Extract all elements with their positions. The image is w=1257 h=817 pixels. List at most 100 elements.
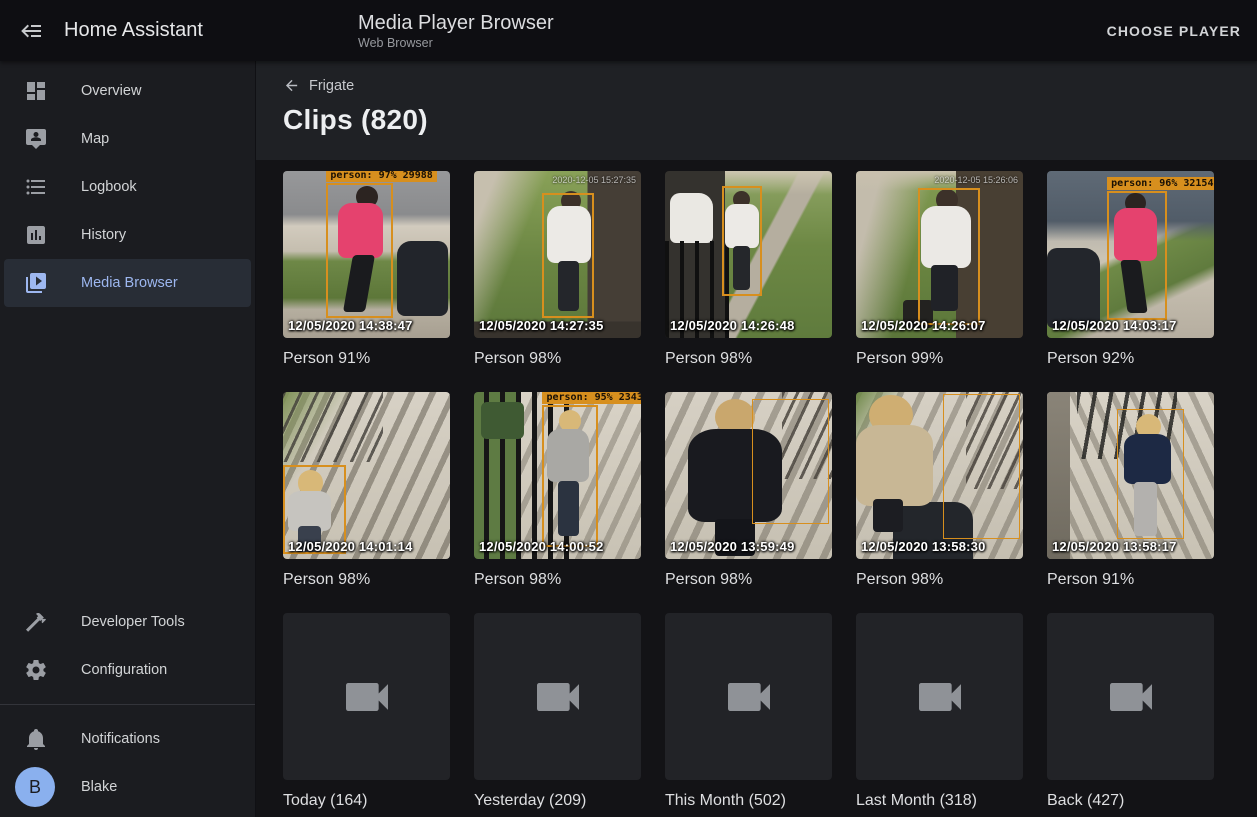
clip-caption: Person 98% (856, 570, 1023, 589)
sidebar-item-user[interactable]: B Blake (4, 763, 251, 811)
timestamp-overlay: 12/05/2020 14:03:17 (1052, 318, 1177, 333)
folder-item-this-month[interactable]: This Month (502) (665, 613, 832, 810)
scene-object-shape (283, 392, 383, 462)
clip-thumbnail: 12/05/2020 14:26:48 (665, 171, 832, 338)
scene-object-shape (1047, 392, 1070, 559)
breadcrumb-label: Frigate (309, 78, 354, 94)
sidebar-item-notifications[interactable]: Notifications (4, 715, 251, 763)
sidebar: Overview Map Logbook History Media Brows… (0, 61, 256, 817)
sidebar-item-label: Map (81, 131, 109, 147)
camera-osd-timestamp: 2020-12-05 15:26:06 (934, 175, 1018, 185)
detection-bounding-box (943, 394, 1020, 539)
clip-thumbnail: person: 97% 29988 12/05/2020 14:38:47 (283, 171, 450, 338)
choose-player-button[interactable]: CHOOSE PLAYER (1095, 13, 1253, 49)
timestamp-overlay: 12/05/2020 14:38:47 (288, 318, 413, 333)
clip-caption: Person 98% (665, 570, 832, 589)
folder-caption: Last Month (318) (856, 791, 1023, 810)
folder-item-today[interactable]: Today (164) (283, 613, 450, 810)
scene-object-shape (670, 193, 713, 243)
play-box-multiple-icon (24, 271, 48, 295)
hammer-icon (24, 610, 48, 634)
clip-item[interactable]: 12/05/2020 14:26:48 Person 98% (665, 171, 832, 368)
sidebar-item-label: Developer Tools (81, 614, 185, 630)
backburger-menu-icon (20, 19, 44, 43)
clip-thumbnail: 12/05/2020 14:01:14 (283, 392, 450, 559)
scene-object-shape (481, 402, 524, 439)
clip-caption: Person 92% (1047, 349, 1214, 368)
timestamp-overlay: 12/05/2020 14:00:52 (479, 539, 604, 554)
sidebar-toggle-button[interactable] (8, 7, 56, 55)
folder-caption: Today (164) (283, 791, 450, 810)
clip-thumbnail: 12/05/2020 13:59:49 (665, 392, 832, 559)
clip-thumbnail: 12/05/2020 13:58:17 (1047, 392, 1214, 559)
detection-bounding-box (1117, 409, 1184, 539)
app-title: Home Assistant (64, 19, 203, 42)
detection-bounding-box: person: 97% 29988 (326, 183, 393, 318)
clip-caption: Person 98% (665, 349, 832, 368)
clip-item[interactable]: 12/05/2020 14:01:14 Person 98% (283, 392, 450, 589)
clip-item[interactable]: 12/05/2020 13:59:49 Person 98% (665, 392, 832, 589)
clip-item[interactable]: person: 97% 29988 12/05/2020 14:38:47 Pe… (283, 171, 450, 368)
folder-thumbnail (474, 613, 641, 780)
folder-caption: This Month (502) (665, 791, 832, 810)
clip-thumbnail: person: 95% 23432 12/05/2020 14:00:52 (474, 392, 641, 559)
sidebar-item-configuration[interactable]: Configuration (4, 646, 251, 694)
folder-item-yesterday[interactable]: Yesterday (209) (474, 613, 641, 810)
detection-label: person: 95% 23432 (542, 392, 641, 404)
clip-caption: Person 99% (856, 349, 1023, 368)
sidebar-item-label: History (81, 227, 126, 243)
page-title-block: Media Player Browser Web Browser (358, 11, 554, 51)
timestamp-overlay: 12/05/2020 14:01:14 (288, 539, 413, 554)
folder-caption: Back (427) (1047, 791, 1214, 810)
breadcrumb-back[interactable]: Frigate (283, 77, 354, 94)
clip-thumbnail: 2020-12-05 15:27:35 12/05/2020 14:27:35 (474, 171, 641, 338)
sidebar-item-logbook[interactable]: Logbook (4, 163, 251, 211)
tooltip-account-icon (24, 127, 48, 151)
clip-item[interactable]: 2020-12-05 15:27:35 12/05/2020 14:27:35 … (474, 171, 641, 368)
folder-thumbnail (856, 613, 1023, 780)
sidebar-item-label: Logbook (81, 179, 137, 195)
clip-item[interactable]: 12/05/2020 13:58:17 Person 91% (1047, 392, 1214, 589)
folder-thumbnail (283, 613, 450, 780)
clip-item[interactable]: person: 96% 32154 12/05/2020 14:03:17 Pe… (1047, 171, 1214, 368)
clip-caption: Person 98% (474, 349, 641, 368)
video-camera-icon (912, 669, 968, 725)
chart-box-icon (24, 223, 48, 247)
clip-item[interactable]: person: 95% 23432 12/05/2020 14:00:52 Pe… (474, 392, 641, 589)
person-torso-shape (856, 425, 933, 505)
detection-bounding-box (722, 186, 762, 296)
folder-thumbnail (1047, 613, 1214, 780)
detection-label: person: 96% 32154 (1107, 177, 1214, 190)
page-title: Media Player Browser (358, 11, 554, 35)
sidebar-item-history[interactable]: History (4, 211, 251, 259)
sidebar-item-label: Notifications (81, 731, 160, 747)
sidebar-item-media-browser[interactable]: Media Browser (4, 259, 251, 307)
detection-bounding-box: person: 95% 23432 (542, 405, 597, 547)
timestamp-overlay: 12/05/2020 14:27:35 (479, 318, 604, 333)
folder-item-last-month[interactable]: Last Month (318) (856, 613, 1023, 810)
sidebar-nav: Overview Map Logbook History Media Brows… (0, 61, 255, 307)
clip-caption: Person 98% (283, 570, 450, 589)
media-browser-content: Frigate Clips (820) person: 97% 29988 12… (256, 61, 1257, 817)
clip-item[interactable]: 2020-12-05 15:26:06 12/05/2020 14:26:07 … (856, 171, 1023, 368)
detection-bounding-box (542, 193, 594, 318)
folder-item-back[interactable]: Back (427) (1047, 613, 1214, 810)
clip-thumbnail: 12/05/2020 13:58:30 (856, 392, 1023, 559)
format-list-bulleted-icon (24, 175, 48, 199)
detection-label: person: 97% 29988 (326, 171, 436, 182)
app-header: Home Assistant Media Player Browser Web … (0, 0, 1257, 61)
sidebar-item-overview[interactable]: Overview (4, 67, 251, 115)
bell-icon (24, 727, 48, 751)
media-grid: person: 97% 29988 12/05/2020 14:38:47 Pe… (256, 160, 1257, 817)
sidebar-item-map[interactable]: Map (4, 115, 251, 163)
detection-bounding-box (918, 188, 980, 325)
sidebar-item-developer-tools[interactable]: Developer Tools (4, 598, 251, 646)
clip-thumbnail: 2020-12-05 15:26:06 12/05/2020 14:26:07 (856, 171, 1023, 338)
media-browser-header: Frigate Clips (820) (256, 61, 1257, 160)
gear-icon (24, 658, 48, 682)
timestamp-overlay: 12/05/2020 13:58:17 (1052, 539, 1177, 554)
clip-item[interactable]: 12/05/2020 13:58:30 Person 98% (856, 392, 1023, 589)
video-camera-icon (1103, 669, 1159, 725)
sidebar-item-label: Configuration (81, 662, 167, 678)
timestamp-overlay: 12/05/2020 13:59:49 (670, 539, 795, 554)
